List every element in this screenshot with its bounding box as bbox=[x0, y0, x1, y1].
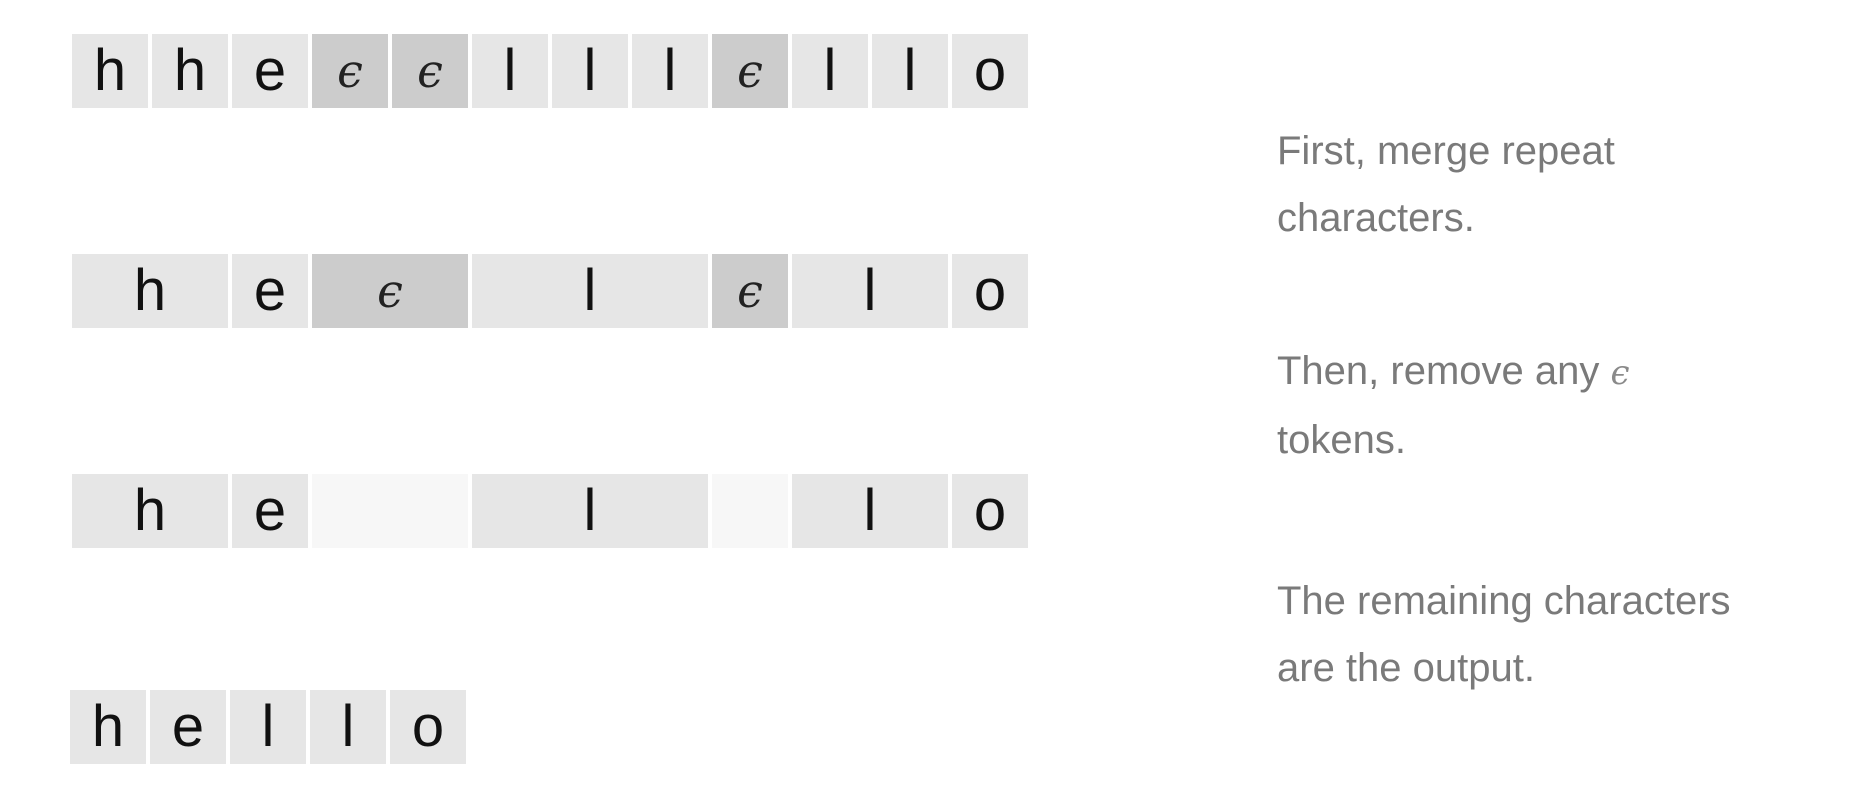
char-label: h bbox=[173, 38, 207, 103]
output-note-line-1: The remaining characters bbox=[1277, 579, 1731, 623]
epsilon-label: ϵ bbox=[337, 44, 363, 98]
char-label: l bbox=[583, 38, 597, 103]
char-cell: l bbox=[792, 254, 948, 328]
char-cell: o bbox=[390, 690, 466, 764]
merge-note-line-2: characters. bbox=[1277, 196, 1475, 240]
char-cell: h bbox=[72, 254, 228, 328]
char-label: h bbox=[133, 478, 167, 543]
char-cell: l bbox=[230, 690, 306, 764]
merge-step-note: First, merge repeat characters. bbox=[1277, 118, 1837, 252]
char-cell: l bbox=[472, 254, 708, 328]
epsilon-cell: ϵ bbox=[312, 254, 468, 328]
char-label: e bbox=[253, 38, 287, 103]
remove-note-line-2: tokens. bbox=[1277, 418, 1406, 462]
char-label: o bbox=[411, 694, 445, 759]
char-cell: e bbox=[150, 690, 226, 764]
char-label: l bbox=[261, 694, 275, 759]
char-cell: l bbox=[552, 34, 628, 108]
epsilon-cell: ϵ bbox=[312, 34, 388, 108]
char-cell: l bbox=[472, 474, 708, 548]
char-cell: l bbox=[792, 34, 868, 108]
char-cell: o bbox=[952, 34, 1028, 108]
char-label: o bbox=[973, 258, 1007, 323]
char-label: e bbox=[253, 258, 287, 323]
char-label: h bbox=[91, 694, 125, 759]
epsilon-label: ϵ bbox=[417, 44, 443, 98]
char-cell: l bbox=[792, 474, 948, 548]
char-label: l bbox=[863, 258, 877, 323]
char-label: l bbox=[583, 258, 597, 323]
char-cell: l bbox=[472, 34, 548, 108]
output-step-note: The remaining characters are the output. bbox=[1277, 568, 1837, 702]
char-cell: h bbox=[72, 34, 148, 108]
char-cell: l bbox=[632, 34, 708, 108]
epsilon-cell: ϵ bbox=[392, 34, 468, 108]
char-cell: h bbox=[152, 34, 228, 108]
char-label: l bbox=[823, 38, 837, 103]
char-cell: h bbox=[72, 474, 228, 548]
char-cell: o bbox=[952, 254, 1028, 328]
char-label: o bbox=[973, 38, 1007, 103]
epsilon-cell: ϵ bbox=[712, 34, 788, 108]
char-cell: h bbox=[70, 690, 146, 764]
char-label: o bbox=[973, 478, 1007, 543]
epsilon-label: ϵ bbox=[737, 264, 763, 318]
char-label: e bbox=[171, 694, 205, 759]
char-cell: l bbox=[310, 690, 386, 764]
epsilon-cell: ϵ bbox=[712, 254, 788, 328]
epsilon-label: ϵ bbox=[737, 44, 763, 98]
epsilon-label: ϵ bbox=[377, 264, 403, 318]
removed-cell bbox=[712, 474, 788, 548]
char-label: l bbox=[503, 38, 517, 103]
removed-cell bbox=[312, 474, 468, 548]
char-label: l bbox=[863, 478, 877, 543]
remove-step-note: Then, remove any ϵ tokens. bbox=[1277, 338, 1837, 474]
epsilon-symbol: ϵ bbox=[1610, 353, 1630, 393]
char-cell: o bbox=[952, 474, 1028, 548]
char-cell: e bbox=[232, 34, 308, 108]
remove-note-text: Then, remove any bbox=[1277, 349, 1600, 393]
char-label: l bbox=[341, 694, 355, 759]
char-label: h bbox=[93, 38, 127, 103]
char-label: l bbox=[583, 478, 597, 543]
output-note-line-2: are the output. bbox=[1277, 646, 1535, 690]
char-label: l bbox=[663, 38, 677, 103]
char-label: l bbox=[903, 38, 917, 103]
char-cell: e bbox=[232, 254, 308, 328]
char-cell: e bbox=[232, 474, 308, 548]
char-cell: l bbox=[872, 34, 948, 108]
char-label: e bbox=[253, 478, 287, 543]
char-label: h bbox=[133, 258, 167, 323]
merge-note-line-1: First, merge repeat bbox=[1277, 129, 1615, 173]
